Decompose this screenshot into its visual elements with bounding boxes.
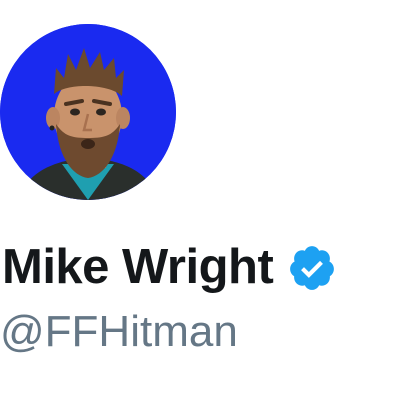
username-handle[interactable]: @FFHitman: [0, 310, 238, 354]
avatar-image: [0, 24, 176, 200]
avatar[interactable]: [0, 24, 176, 200]
verified-badge-icon: [287, 243, 337, 293]
display-name-row: Mike Wright: [2, 232, 337, 302]
display-name[interactable]: Mike Wright: [2, 242, 274, 292]
profile-header: Mike Wright @FFHitman: [0, 0, 400, 400]
